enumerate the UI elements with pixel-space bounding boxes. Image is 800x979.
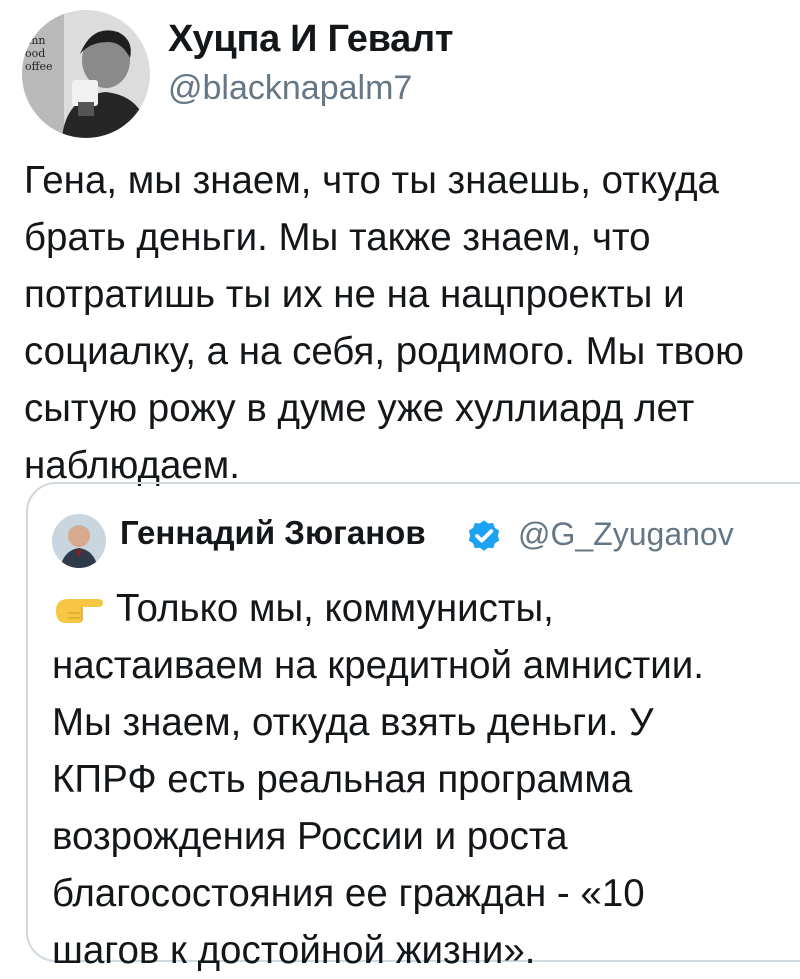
tweet-text-line: социалку, а на себя, родимого. Мы твою xyxy=(24,330,744,373)
tweet-text-line: потратишь ты их не на нацпроекты и xyxy=(24,273,685,316)
quoted-avatar-photo xyxy=(52,514,106,568)
svg-text:offee: offee xyxy=(25,60,52,73)
tweet-text: Гена, мы знаем, что ты знаешь, откуда бр… xyxy=(24,152,784,494)
author-avatar[interactable]: mn ood offee xyxy=(22,10,150,138)
quoted-text-line: благосостояния ее граждан - «10 xyxy=(52,872,645,915)
quoted-text-line: Мы знаем, откуда взять деньги. У xyxy=(52,701,654,744)
quoted-text-line: возрождения России и роста xyxy=(52,815,568,858)
quoted-text-line-content: Только мы, коммунисты, xyxy=(116,587,554,630)
svg-text:mn: mn xyxy=(28,34,46,47)
author-name[interactable]: Хуцпа И Гевалт xyxy=(168,18,453,61)
tweet: mn ood offee Хуцпа И Гевалт @blacknapalm… xyxy=(0,0,800,972)
quoted-author-handle[interactable]: @G_Zyuganov xyxy=(518,516,734,553)
avatar-photo: mn ood offee xyxy=(22,10,150,138)
quoted-text-line: Только мы, коммунисты, xyxy=(52,580,792,637)
verified-badge-icon xyxy=(468,520,500,551)
pointing-hand-icon xyxy=(56,599,103,623)
quoted-text-line: шагов к достойной жизни». xyxy=(52,929,536,972)
tweet-text-line: брать деньги. Мы также знаем, что xyxy=(24,216,651,259)
author-handle[interactable]: @blacknapalm7 xyxy=(168,69,412,108)
tweet-text-line: Гена, мы знаем, что ты знаешь, откуда xyxy=(24,159,719,202)
quoted-author-name[interactable]: Геннадий Зюганов xyxy=(120,514,426,552)
svg-text:ood: ood xyxy=(25,47,45,60)
quoted-author-avatar[interactable] xyxy=(52,514,106,568)
quoted-text-line: настаиваем на кредитной амнистии. xyxy=(52,644,704,687)
quoted-tweet-text: Только мы, коммунисты, настаиваем на кре… xyxy=(52,580,792,979)
tweet-text-line: сытую рожу в думе уже хуллиард лет xyxy=(24,387,695,430)
quoted-text-line: КПРФ есть реальная программа xyxy=(52,758,633,801)
